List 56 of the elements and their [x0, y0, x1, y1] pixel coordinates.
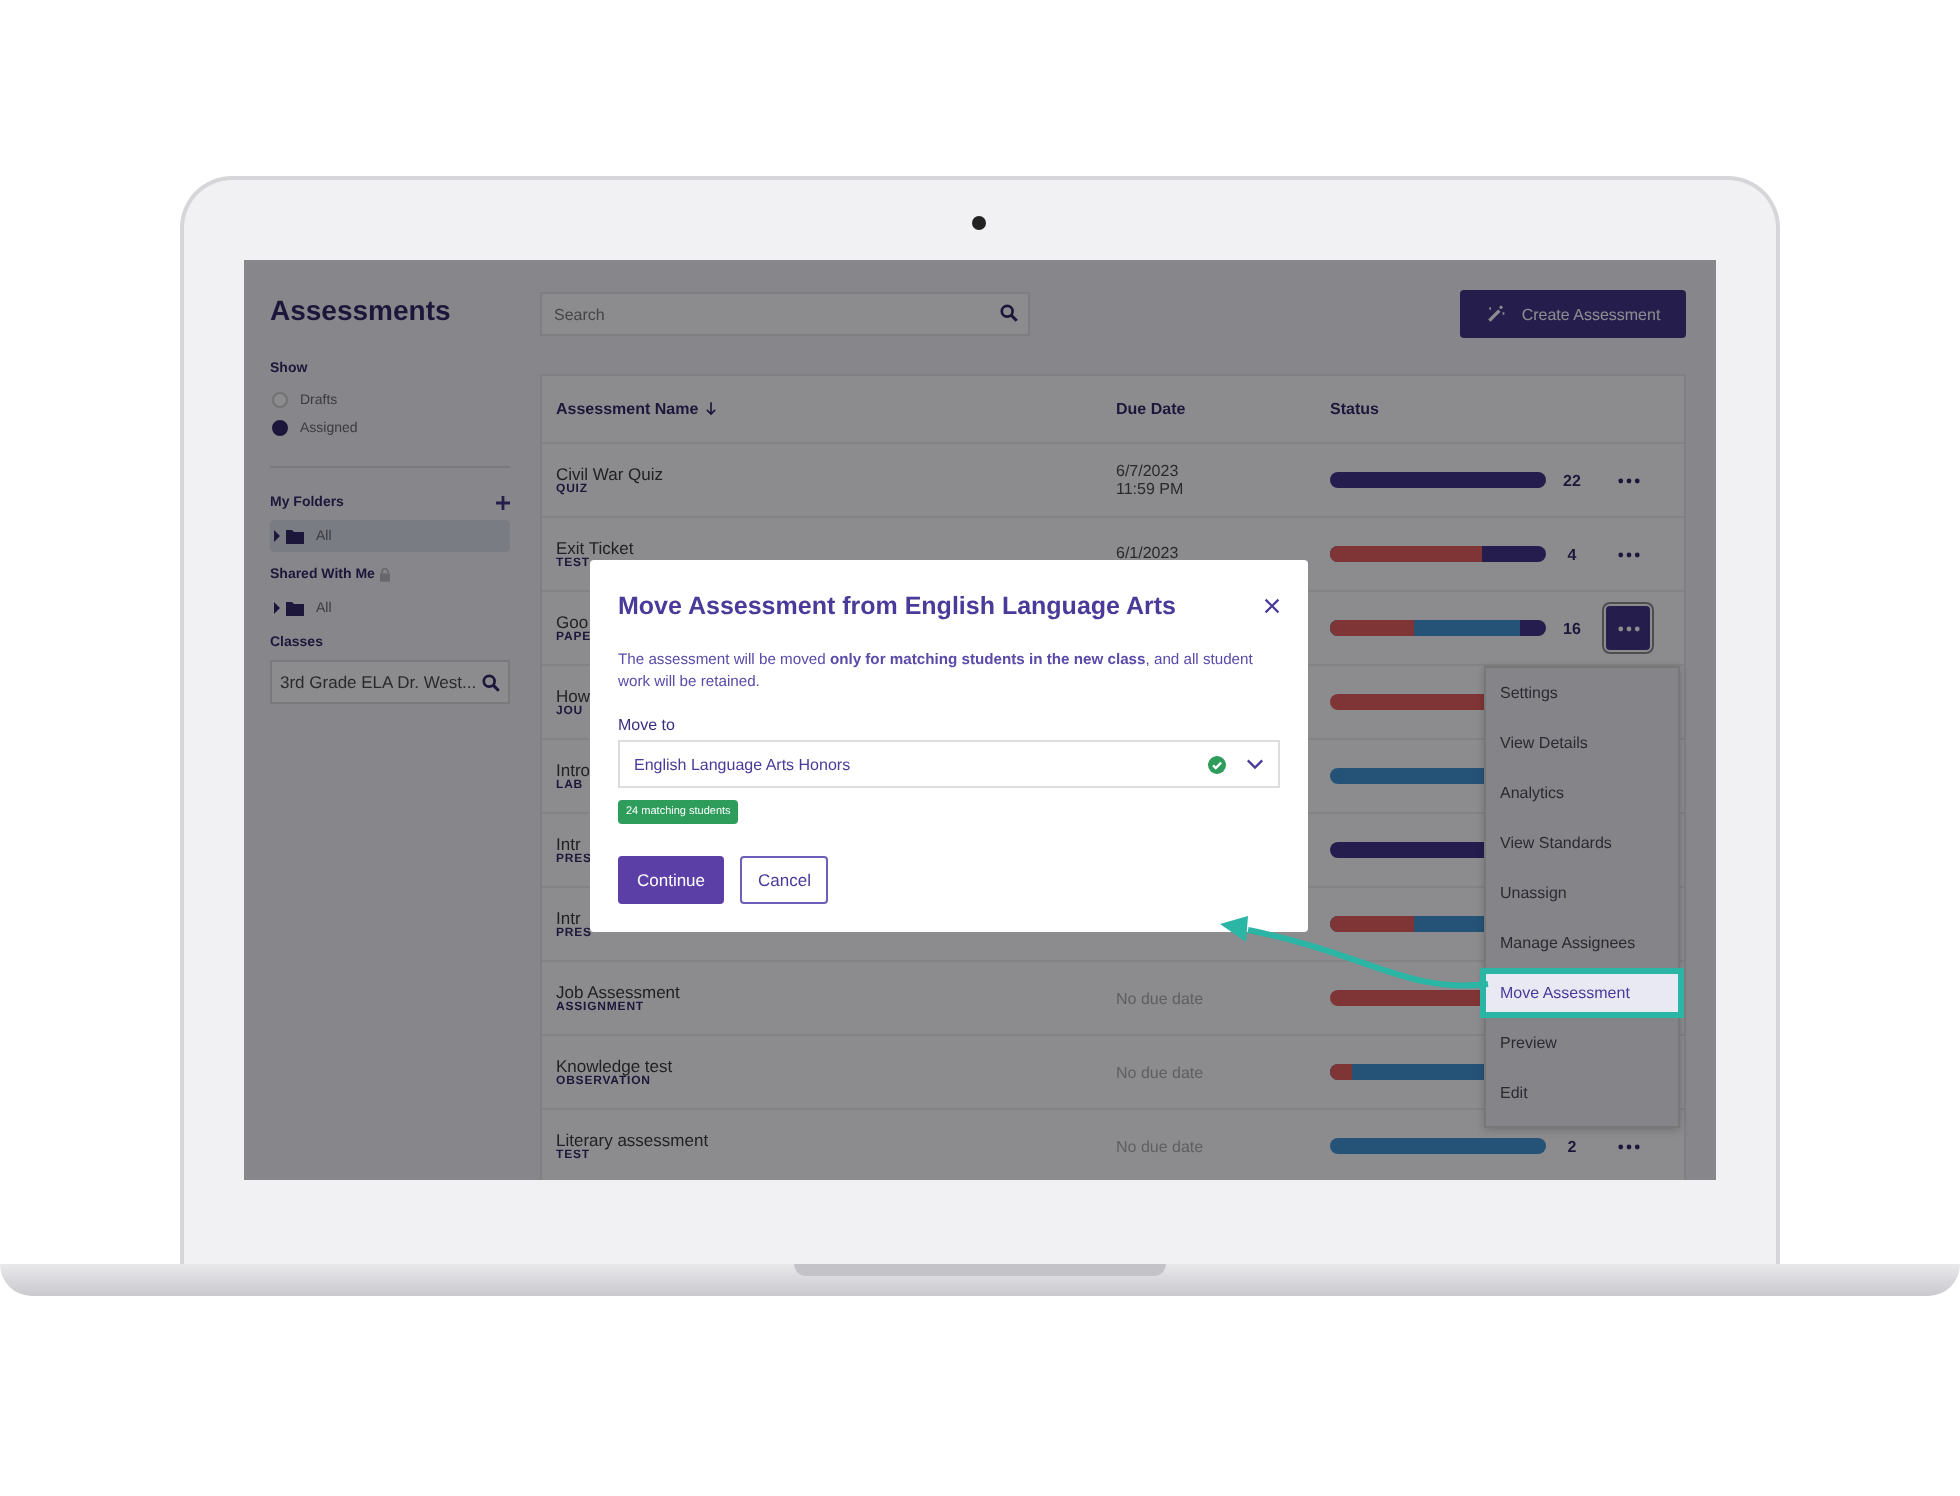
caret-icon[interactable] — [274, 602, 280, 614]
search-icon[interactable] — [482, 673, 500, 691]
lock-icon — [380, 568, 391, 582]
more-options-button[interactable] — [1606, 606, 1650, 650]
due-date: 6/1/2023 — [1116, 544, 1181, 564]
create-assessment-button[interactable]: Create Assessment — [1460, 290, 1686, 338]
camera-icon — [972, 216, 986, 230]
plus-icon[interactable] — [496, 496, 510, 510]
ellipsis-icon — [1617, 477, 1639, 483]
ellipsis-icon — [1617, 551, 1639, 557]
folder-icon — [286, 601, 304, 615]
caret-icon[interactable] — [274, 530, 280, 542]
sort-arrow-icon — [706, 402, 717, 416]
menu-item[interactable]: View Details — [1486, 718, 1678, 768]
assessment-name[interactable]: Intr — [556, 908, 581, 928]
assessment-name[interactable]: Exit Ticket — [556, 538, 634, 558]
cancel-button[interactable]: Cancel — [740, 856, 828, 904]
continue-button[interactable]: Continue — [618, 856, 724, 904]
column-header: Status — [1330, 400, 1381, 418]
search-field[interactable]: Search — [540, 292, 1030, 336]
menu-item[interactable]: Edit — [1486, 1068, 1678, 1118]
chevron-down-icon — [1246, 758, 1264, 770]
assessment-name[interactable]: Civil War Quiz — [556, 464, 664, 484]
search-icon — [1000, 304, 1018, 322]
student-count: 4 — [1565, 545, 1579, 563]
menu-item[interactable]: Move Assessment — [1480, 968, 1684, 1018]
assessment-name[interactable]: Job Assessment — [556, 982, 680, 1002]
assessment-name[interactable]: Intro — [556, 760, 591, 780]
assessment-name[interactable]: Goo — [556, 612, 589, 632]
folder-icon — [286, 529, 304, 543]
column-header: Due Date — [1116, 400, 1188, 418]
assessment-name[interactable]: Literary assessment — [556, 1130, 709, 1150]
student-count: 22 — [1561, 471, 1583, 489]
due-date: 6/7/2023 — [1116, 461, 1181, 480]
dialog-title: Move Assessment from English Language Arts — [618, 592, 1176, 620]
column-header[interactable]: Assessment Name — [542, 400, 1116, 418]
magic-wand-icon — [1485, 304, 1506, 324]
ellipsis-icon — [1617, 625, 1639, 631]
menu-item[interactable]: Preview — [1486, 1018, 1678, 1068]
assessment-name[interactable]: Knowledge test — [556, 1056, 673, 1076]
menu-item[interactable]: Settings — [1486, 668, 1678, 718]
menu-item[interactable]: Manage Assignees — [1486, 918, 1678, 968]
menu-item[interactable]: View Standards — [1486, 818, 1678, 868]
due-date: 11:59 PM — [1116, 480, 1186, 499]
close-icon[interactable] — [1264, 598, 1280, 614]
page-title: Assessments — [270, 294, 453, 326]
student-count: 16 — [1561, 619, 1583, 637]
student-count: 2 — [1565, 1137, 1579, 1155]
class-search-field[interactable]: 3rd Grade ELA Dr. West... — [270, 660, 510, 704]
assessment-name[interactable]: How — [556, 686, 591, 706]
field-label: Move to — [618, 716, 677, 734]
menu-item[interactable]: Analytics — [1486, 768, 1678, 818]
ellipsis-icon — [1617, 1143, 1639, 1149]
class-select-field[interactable]: English Language Arts Honors — [618, 740, 1280, 788]
assessment-name[interactable]: Intr — [556, 834, 581, 854]
menu-item[interactable]: Unassign — [1486, 868, 1678, 918]
